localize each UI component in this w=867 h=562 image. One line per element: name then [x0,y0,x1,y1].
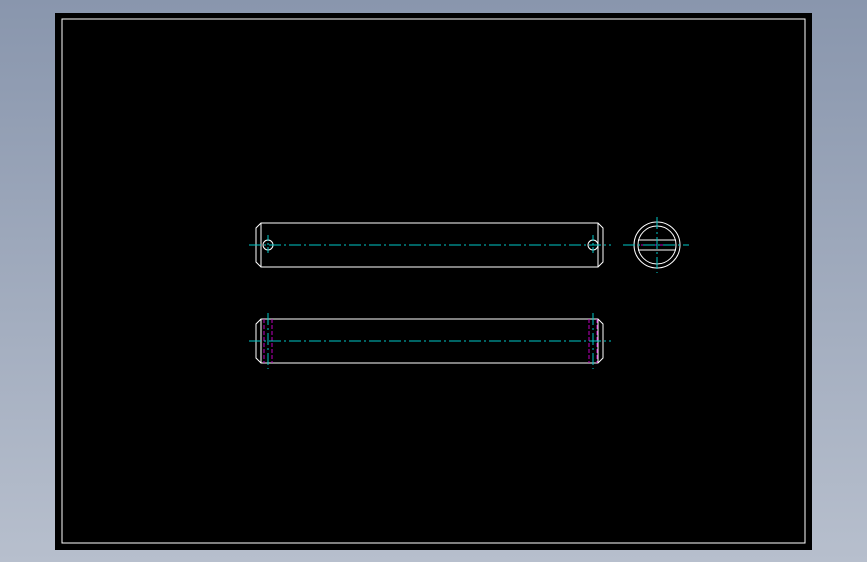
sheet-border [61,18,806,544]
cad-drawing [61,18,806,544]
drawing-sheet [55,13,812,550]
front-view [249,222,611,268]
bottom-view [249,313,611,369]
end-view [623,217,689,273]
